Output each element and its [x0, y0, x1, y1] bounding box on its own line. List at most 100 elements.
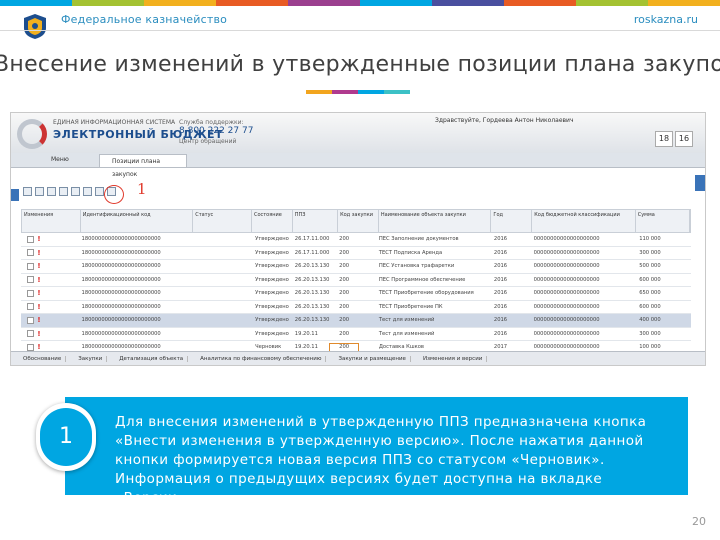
header-divider [0, 30, 720, 31]
row-checkbox[interactable] [27, 303, 34, 311]
table-cell: ! [21, 316, 80, 324]
table-cell: 2017 [493, 344, 508, 351]
table-cell: 600 000 [639, 276, 661, 283]
table-cell: Доставка Кшков [378, 344, 424, 351]
column-header[interactable]: Код бюджетной классификации [532, 210, 636, 232]
tab-plan-positions[interactable]: Позиции плана закупок [99, 154, 187, 178]
bottom-tab[interactable]: Детализация объекта [115, 356, 189, 362]
bottom-tab[interactable]: Закупки и размещение [334, 356, 411, 362]
row-checkbox[interactable] [27, 343, 34, 351]
export-icon[interactable] [83, 187, 92, 196]
bottom-tabs: Обоснование Закупки Детализация объекта Ана… [11, 351, 705, 365]
table-cell: 2016 [493, 290, 508, 297]
site-link[interactable]: roskazna.ru [634, 13, 698, 26]
table-cell: 180000000000000000000000 [81, 317, 161, 324]
column-header[interactable]: ППЗ [293, 210, 339, 232]
table-cell: ! [21, 303, 80, 311]
edit-icon[interactable] [35, 187, 44, 196]
support-note[interactable]: Центр обращений [179, 138, 236, 145]
table-cell: Утверждено [255, 236, 289, 243]
title-decoration [306, 90, 410, 94]
row-checkbox[interactable] [27, 289, 34, 297]
support-caption: Служба поддержки: [179, 119, 244, 126]
bottom-tab[interactable]: Аналитика по финансовому обеспечению [196, 356, 327, 362]
print-icon[interactable] [95, 187, 104, 196]
row-checkbox[interactable] [27, 235, 34, 243]
favorites-star-icon[interactable] [695, 175, 705, 191]
warning-icon: ! [37, 329, 41, 338]
table-cell: 180000000000000000000000 [81, 276, 161, 283]
menu-button[interactable]: Меню [51, 156, 69, 163]
side-panel-toggle[interactable] [11, 189, 19, 201]
table-cell: ПЕС Заполнение документов [378, 236, 459, 243]
table-row[interactable]: ! 180000000000000000000000 Утверждено 19.20… [21, 328, 691, 341]
table-cell: ТЕСТ Приобретение оборудования [378, 290, 474, 297]
page-number: 20 [692, 515, 706, 528]
bottom-tab[interactable]: Обоснование [19, 356, 67, 362]
table-cell: 00000000000000000000 [533, 263, 600, 270]
table-cell: 26.17.11.000 [294, 249, 330, 256]
table-row[interactable]: ! 180000000000000000000000 Утверждено 26.20… [21, 260, 691, 274]
column-header[interactable]: Наименование объекта закупки [379, 210, 492, 232]
highlight-number: 1 [137, 180, 147, 198]
date-box: 18 [655, 131, 673, 147]
table-cell: 00000000000000000000 [533, 276, 600, 283]
table-cell: 200 [339, 330, 350, 337]
column-header[interactable]: Состояние [252, 210, 293, 232]
stripe-segment [144, 0, 216, 6]
row-checkbox[interactable] [27, 276, 34, 284]
table-cell: 180000000000000000000000 [81, 263, 161, 270]
refresh-icon[interactable] [71, 187, 80, 196]
row-checkbox[interactable] [27, 262, 34, 270]
bottom-tab[interactable]: Изменения и версии [419, 356, 488, 362]
table-cell: 200 [339, 303, 350, 310]
table-row[interactable]: ! 180000000000000000000000 Утверждено 26.20… [21, 301, 691, 314]
table-cell: ПЕС Установка трафаретки [378, 263, 455, 270]
column-header[interactable]: Сумма [636, 210, 690, 232]
column-header[interactable]: Идентификационный код [81, 210, 194, 232]
add-icon[interactable] [23, 187, 32, 196]
table-row[interactable]: ! 180000000000000000000000 Утверждено 26.17… [21, 247, 691, 260]
column-header[interactable]: Изменения [22, 210, 81, 232]
table-cell: 200 [339, 290, 350, 297]
table-cell: 26.17.11.000 [294, 236, 330, 243]
table-cell: 2016 [493, 303, 508, 310]
table-cell: Тест для изменений [378, 330, 435, 337]
table-cell: Утверждено [255, 249, 289, 256]
table-cell: Утверждено [255, 303, 289, 310]
table-cell: 00000000000000000000 [533, 290, 600, 297]
warning-icon: ! [37, 262, 41, 271]
row-checkbox[interactable] [27, 316, 34, 324]
delete-icon[interactable] [59, 187, 68, 196]
table-row[interactable]: ! 180000000000000000000000 Утверждено 26.17… [21, 233, 691, 247]
copy-icon[interactable] [47, 187, 56, 196]
table-cell: 00000000000000000000 [533, 344, 600, 351]
bottom-tab[interactable]: Закупки [74, 356, 108, 362]
table-row[interactable]: ! 180000000000000000000000 Утверждено 26.20… [21, 287, 691, 301]
table-cell: 00000000000000000000 [533, 317, 600, 324]
column-header[interactable]: Статус [193, 210, 252, 232]
row-checkbox[interactable] [27, 330, 34, 338]
table-row[interactable]: ! 180000000000000000000000 Утверждено 26.20… [21, 274, 691, 287]
highlight-circle [104, 185, 124, 204]
column-header[interactable]: Код закупки [338, 210, 379, 232]
warning-icon: ! [37, 302, 41, 311]
stripe-segment [72, 0, 144, 6]
stripe-segment [360, 0, 432, 6]
table-cell: 26.20.13.130 [294, 290, 330, 297]
table-cell: ! [21, 235, 80, 243]
table-cell: 180000000000000000000000 [81, 344, 161, 351]
table-cell: Тест для изменений [378, 317, 435, 324]
column-header[interactable]: Год [491, 210, 533, 232]
table-cell: 600 000 [639, 303, 661, 310]
table-cell: 2016 [493, 236, 508, 243]
table-cell: Утверждено [255, 317, 289, 324]
table-cell: 100 000 [639, 344, 661, 351]
table-cell: ! [21, 330, 80, 338]
table-row[interactable]: ! 180000000000000000000000 Утверждено 26.20… [21, 314, 691, 328]
table-cell: 180000000000000000000000 [81, 330, 161, 337]
row-checkbox[interactable] [27, 249, 34, 257]
top-color-stripe [0, 0, 720, 6]
table-cell: ! [21, 262, 80, 270]
table-cell: 26.20.13.130 [294, 317, 330, 324]
